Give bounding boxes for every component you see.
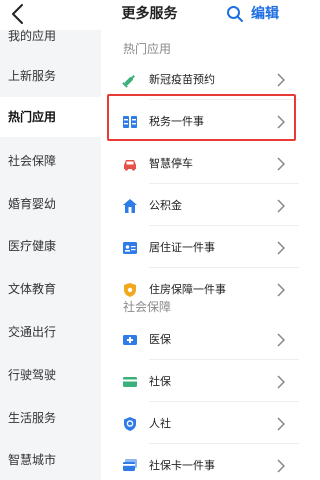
chevron-right-icon [277,157,285,171]
divider [149,225,299,226]
divider [149,401,299,402]
chevron-right-icon [277,241,285,255]
sidebar-item-marriage-infant[interactable]: 婚育婴幼 [0,184,101,224]
list-item-human-resources[interactable]: 人社 [101,404,299,444]
shield-icon [124,283,136,297]
divider [149,443,299,444]
car-icon [124,160,136,171]
list-item-social-security-card[interactable]: 社保卡一件事 [101,446,299,480]
house-icon [123,199,137,213]
sidebar-item-popular-apps[interactable]: 热门应用 [0,97,101,137]
sidebar-item-medical-health[interactable]: 医疗健康 [0,226,101,266]
sidebar-item-culture-education[interactable]: 文体教育 [0,269,101,309]
chevron-right-icon [277,333,285,347]
divider [149,359,299,360]
sidebar-item-my-apps[interactable]: 我的应用 [0,16,101,56]
list-item-label: 公积金 [149,199,182,212]
sidebar-item-life-services[interactable]: 生活服务 [0,398,101,438]
list-item-residence-permit[interactable]: 居住证一件事 [101,228,299,268]
highlight-box [107,94,296,141]
list-item-medical-insurance[interactable]: 医保 [101,320,299,360]
list-item-housing-fund[interactable]: 公积金 [101,186,299,226]
badge-icon [124,417,136,431]
chevron-right-icon [277,73,285,87]
syringe-icon [122,75,135,88]
list-item-label: 居住证一件事 [149,241,215,254]
sidebar-item-social-security[interactable]: 社会保障 [0,141,101,181]
list-item-label: 人社 [149,417,171,430]
sidebar-item-new-services[interactable]: 上新服务 [0,56,101,96]
card-stack-icon [123,459,137,471]
chevron-right-icon [277,375,285,389]
sidebar-item-smart-city[interactable]: 智慧城市 [0,440,101,480]
chevron-right-icon [277,417,285,431]
chevron-right-icon [277,199,285,213]
sidebar-item-driving[interactable]: 行驶驾驶 [0,355,101,395]
id-card-icon [123,242,137,254]
list-item-label: 智慧停车 [149,157,193,170]
divider [149,183,299,184]
divider [149,267,299,268]
list-item-label: 医保 [149,333,171,346]
chevron-right-icon [277,283,285,297]
list-item-smart-parking[interactable]: 智慧停车 [101,144,299,184]
list-item-social-insurance[interactable]: 社保 [101,362,299,402]
chevron-right-icon [277,459,285,473]
section-title-popular: 热门应用 [123,42,172,56]
list-item-label: 社保卡一件事 [149,459,215,472]
section-title-social-security: 社会保障 [123,300,172,314]
edit-button[interactable]: 编辑 [251,3,279,23]
card-icon [123,377,137,387]
search-icon[interactable] [226,5,244,23]
list-item-label: 社保 [149,375,171,388]
category-sidebar: 我的应用 上新服务 热门应用 社会保障 婚育婴幼 医疗健康 文体教育 交通出行 … [0,29,101,480]
sidebar-item-transport[interactable]: 交通出行 [0,312,101,352]
medical-card-icon [123,335,137,345]
